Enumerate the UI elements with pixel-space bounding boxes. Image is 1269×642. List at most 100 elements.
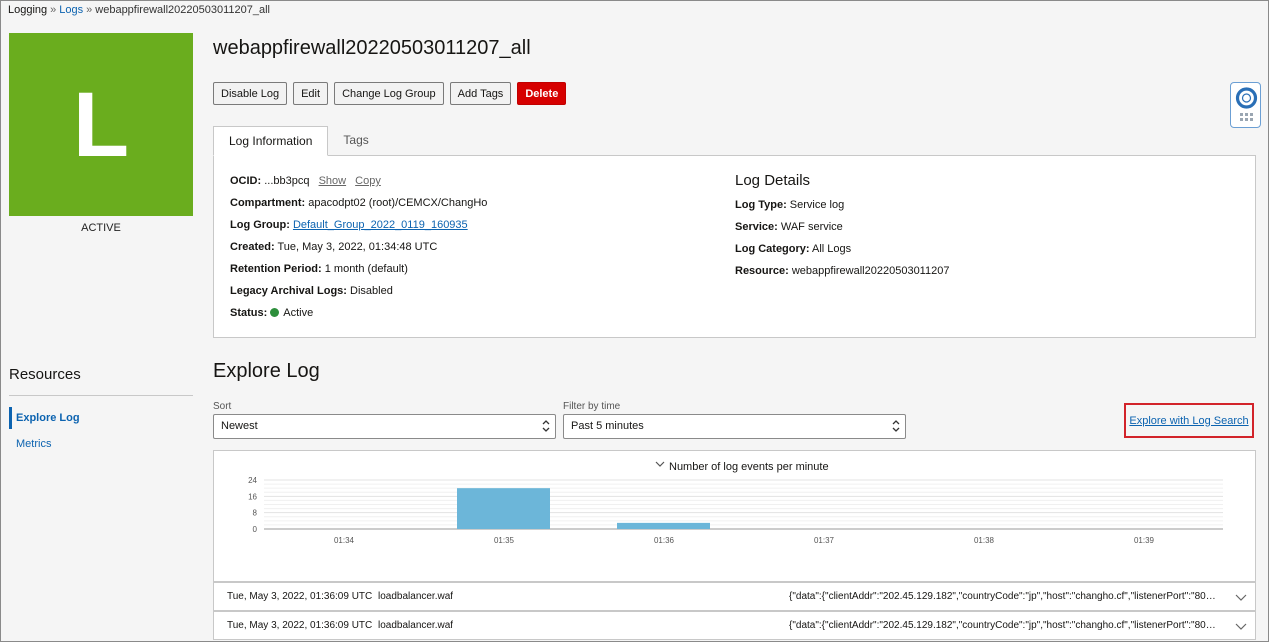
chevron-down-icon[interactable] <box>1235 621 1247 631</box>
log-category-label: Log Category: <box>735 243 810 255</box>
service-label: Service: <box>735 221 778 233</box>
retention-row: Retention Period: 1 month (default) <box>230 262 487 284</box>
page-title: webappfirewall20220503011207_all <box>213 37 531 59</box>
tab-log-information[interactable]: Log Information <box>213 126 329 156</box>
tab-tags[interactable]: Tags <box>328 126 383 156</box>
ocid-row: OCID: ...bb3pcq Show Copy <box>230 174 487 196</box>
log-source: loadbalancer.waf <box>378 591 454 602</box>
archival-row: Legacy Archival Logs: Disabled <box>230 284 487 306</box>
table-row[interactable]: Tue, May 3, 2022, 01:36:09 UTC loadbalan… <box>213 611 1256 640</box>
log-timestamp: Tue, May 3, 2022, 01:36:09 UTC <box>227 591 373 602</box>
sidebar-item-metrics[interactable]: Metrics <box>9 433 193 455</box>
compartment-row: Compartment: apacodpt02 (root)/CEMCX/Cha… <box>230 196 487 218</box>
resource-badge: L <box>9 33 193 216</box>
log-category-row: Log Category: All Logs <box>735 242 949 264</box>
resources-divider <box>9 395 193 396</box>
explore-with-log-search-link[interactable]: Explore with Log Search <box>1129 415 1248 427</box>
created-value: Tue, May 3, 2022, 01:34:48 UTC <box>277 241 438 253</box>
status-label: Status: <box>230 307 268 319</box>
archival-value: Disabled <box>350 285 393 297</box>
log-group-label: Log Group: <box>230 219 290 231</box>
x-tick-label: 01:34 <box>334 536 355 545</box>
x-tick-label: 01:35 <box>494 536 515 545</box>
chart-title: Number of log events per minute <box>669 461 829 473</box>
compartment-label: Compartment: <box>230 197 306 209</box>
log-category-value: All Logs <box>812 243 852 255</box>
retention-label: Retention Period: <box>230 263 322 275</box>
change-log-group-button[interactable]: Change Log Group <box>334 82 444 105</box>
explore-with-log-search-highlight: Explore with Log Search <box>1124 403 1254 438</box>
log-events-chart: Number of log events per minute 0 8 16 24 01:… <box>213 450 1256 582</box>
add-tags-button[interactable]: Add Tags <box>449 82 512 105</box>
ocid-value: ...bb3pcq <box>264 175 310 187</box>
sidebar-item-explore-log[interactable]: Explore Log <box>9 407 193 429</box>
resource-row: Resource: webappfirewall20220503011207 <box>735 264 949 286</box>
disable-log-button[interactable]: Disable Log <box>213 82 288 105</box>
resource-label: Resource: <box>735 265 789 277</box>
badge-letter: L <box>72 73 130 176</box>
x-tick-label: 01:39 <box>1134 536 1155 545</box>
explore-log-title: Explore Log <box>213 360 320 382</box>
y-tick-label: 8 <box>253 509 258 518</box>
log-details-list: Log Details Log Type: Service log Servic… <box>735 172 949 286</box>
log-data: {"data":{"clientAddr":"202.45.129.182","… <box>789 620 1219 631</box>
chevron-down-icon[interactable] <box>1235 592 1247 602</box>
table-row[interactable]: Tue, May 3, 2022, 01:36:09 UTC loadbalan… <box>213 582 1256 611</box>
resources-title: Resources <box>9 366 81 383</box>
updown-chevron-icon <box>892 420 900 432</box>
breadcrumb-logs[interactable]: Logs <box>59 4 83 16</box>
log-type-value: Service log <box>789 199 845 211</box>
ocid-copy-link[interactable]: Copy <box>355 175 381 187</box>
chart-bar <box>457 488 550 529</box>
sort-value: Newest <box>221 420 258 432</box>
log-timestamp: Tue, May 3, 2022, 01:36:09 UTC <box>227 620 373 631</box>
x-tick-label: 01:36 <box>654 536 675 545</box>
log-type-row: Log Type: Service log <box>735 198 949 220</box>
edit-button[interactable]: Edit <box>293 82 329 105</box>
compartment-value: apacodpt02 (root)/CEMCX/ChangHo <box>308 197 488 209</box>
breadcrumb: Logging» Logs» webappfirewall2022050301120… <box>8 4 270 16</box>
action-bar: Disable Log Edit Change Log Group Add Ta… <box>213 82 567 105</box>
breadcrumb-current: webappfirewall20220503011207_all <box>95 4 270 16</box>
sort-select[interactable]: Newest <box>213 414 556 439</box>
created-row: Created: Tue, May 3, 2022, 01:34:48 UTC <box>230 240 487 262</box>
retention-value: 1 month (default) <box>324 263 408 275</box>
log-source: loadbalancer.waf <box>378 620 454 631</box>
log-information-panel: OCID: ...bb3pcq Show Copy Compartment: a… <box>213 155 1256 338</box>
log-group-link[interactable]: Default_Group_2022_0119_160935 <box>293 219 468 231</box>
x-tick-label: 01:37 <box>814 536 835 545</box>
delete-button[interactable]: Delete <box>517 82 567 105</box>
archival-label: Legacy Archival Logs: <box>230 285 347 297</box>
lifebuoy-icon <box>1235 87 1258 121</box>
y-tick-label: 0 <box>253 525 258 534</box>
y-tick-label: 16 <box>248 492 257 501</box>
resource-value: webappfirewall20220503011207 <box>791 265 950 277</box>
sort-label: Sort <box>213 401 232 412</box>
filter-value: Past 5 minutes <box>571 420 644 432</box>
ocid-label: OCID: <box>230 175 262 187</box>
service-value: WAF service <box>780 221 843 233</box>
status-dot-icon <box>270 308 280 317</box>
chevron-down-icon <box>655 461 665 467</box>
log-group-row: Log Group: Default_Group_2022_0119_16093… <box>230 218 487 240</box>
filter-select[interactable]: Past 5 minutes <box>563 414 906 439</box>
log-details-title: Log Details <box>735 172 811 189</box>
status-row: Status: Active <box>230 306 487 328</box>
log-type-label: Log Type: <box>735 199 787 211</box>
service-row: Service: WAF service <box>735 220 949 242</box>
y-tick-label: 24 <box>248 476 257 485</box>
log-data: {"data":{"clientAddr":"202.45.129.182","… <box>789 591 1219 602</box>
chart-canvas: Number of log events per minute 0 8 16 24 01:… <box>248 461 1223 545</box>
status-value: Active <box>283 307 314 319</box>
breadcrumb-logging[interactable]: Logging <box>8 4 47 16</box>
filter-label: Filter by time <box>563 401 621 412</box>
resource-state: ACTIVE <box>81 222 121 234</box>
help-widget[interactable] <box>1230 82 1261 128</box>
tab-bar: Log Information Tags <box>213 126 384 156</box>
chart-bar <box>617 522 710 529</box>
ocid-show-link[interactable]: Show <box>319 175 347 187</box>
x-tick-label: 01:38 <box>974 536 995 545</box>
updown-chevron-icon <box>542 420 550 432</box>
log-information-list: OCID: ...bb3pcq Show Copy Compartment: a… <box>230 174 487 328</box>
created-label: Created: <box>230 241 275 253</box>
